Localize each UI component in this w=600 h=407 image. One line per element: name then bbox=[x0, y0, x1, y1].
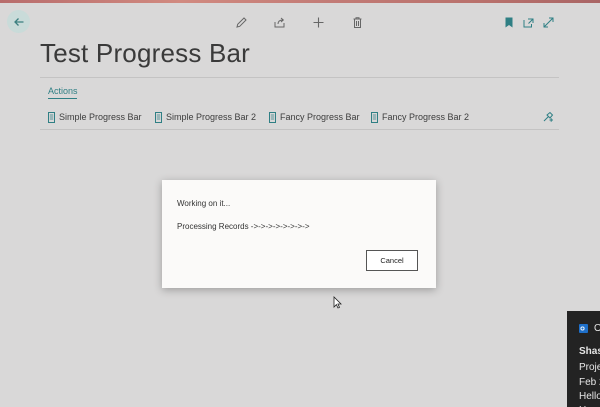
outlook-icon bbox=[579, 324, 588, 333]
action-label: Fancy Progress Bar 2 bbox=[382, 112, 470, 122]
bookmark-icon bbox=[505, 17, 513, 27]
toast-app-letter: O bbox=[594, 323, 600, 334]
dialog-status-text: Working on it... bbox=[177, 199, 231, 208]
action-label: Fancy Progress Bar bbox=[280, 112, 360, 122]
mouse-cursor-icon bbox=[333, 296, 342, 309]
add-icon bbox=[313, 17, 323, 27]
document-icon bbox=[48, 111, 55, 123]
tab-actions[interactable]: Actions bbox=[48, 86, 78, 96]
document-icon bbox=[269, 111, 276, 123]
share-button[interactable] bbox=[272, 15, 286, 29]
bookmark-button[interactable] bbox=[502, 15, 516, 29]
notification-toast[interactable]: O Shas Proje Feb 2 Hello Ho bbox=[567, 311, 600, 407]
edit-icon bbox=[235, 16, 247, 28]
personalize-icon bbox=[543, 111, 554, 122]
delete-button[interactable] bbox=[350, 15, 364, 29]
simple-progress-bar-2-button[interactable]: Simple Progress Bar 2 bbox=[155, 110, 256, 124]
expand-icon bbox=[543, 17, 553, 27]
tab-actions-underline bbox=[48, 98, 77, 99]
page-title: Test Progress Bar bbox=[40, 38, 251, 68]
document-icon bbox=[155, 111, 162, 123]
back-arrow-icon bbox=[13, 17, 23, 26]
fancy-progress-bar-2-button[interactable]: Fancy Progress Bar 2 bbox=[371, 110, 469, 124]
dialog-progress-text: Processing Records ->->->->->->->-> bbox=[177, 222, 310, 231]
expand-button[interactable] bbox=[541, 15, 555, 29]
open-new-window-button[interactable] bbox=[521, 15, 535, 29]
progress-dialog: Working on it... Processing Records ->->… bbox=[162, 180, 436, 288]
cancel-button[interactable]: Cancel bbox=[366, 250, 418, 271]
action-label: Simple Progress Bar 2 bbox=[166, 112, 257, 122]
delete-icon bbox=[353, 16, 361, 28]
share-icon bbox=[274, 17, 284, 27]
personalize-button[interactable] bbox=[542, 110, 554, 124]
back-button[interactable] bbox=[7, 10, 30, 33]
toast-line: Proje bbox=[579, 362, 600, 373]
document-icon bbox=[371, 111, 378, 123]
title-divider bbox=[40, 77, 559, 78]
simple-progress-bar-button[interactable]: Simple Progress Bar bbox=[48, 110, 142, 124]
action-label: Simple Progress Bar bbox=[59, 112, 142, 122]
toast-line: Hello bbox=[579, 391, 600, 402]
open-new-window-icon bbox=[523, 18, 533, 27]
top-banner-strip bbox=[0, 0, 600, 3]
fancy-progress-bar-button[interactable]: Fancy Progress Bar bbox=[269, 110, 360, 124]
toast-sender: Shas bbox=[579, 346, 600, 357]
actions-divider bbox=[40, 129, 559, 130]
edit-button[interactable] bbox=[234, 15, 248, 29]
new-button[interactable] bbox=[311, 15, 325, 29]
toast-line: Feb 2 bbox=[579, 377, 600, 388]
